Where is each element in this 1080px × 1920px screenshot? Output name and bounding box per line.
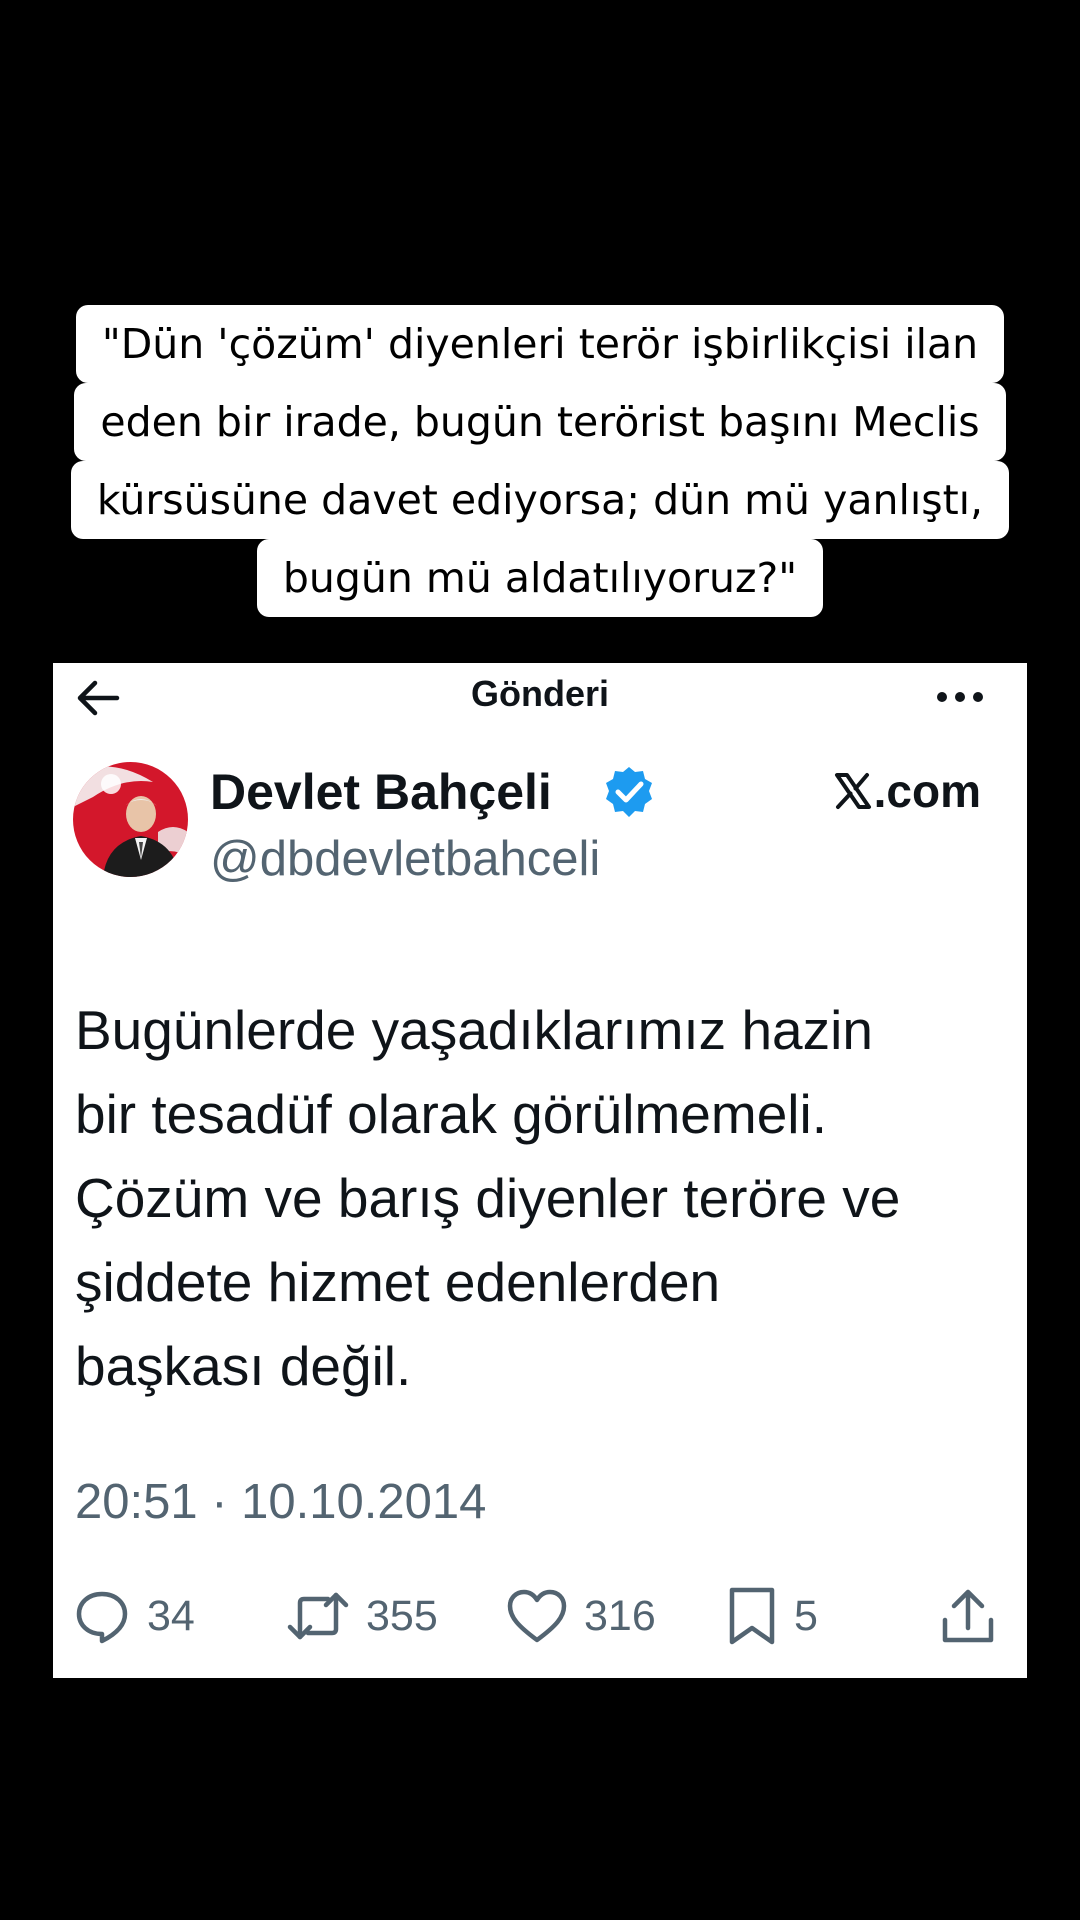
caption-line-4: bugün mü aldatılıyoruz?" bbox=[256, 539, 824, 617]
caption-line-1: "Dün 'çözüm' diyenleri terör işbirlikçis… bbox=[75, 305, 1005, 383]
page-title: Gönderi bbox=[470, 673, 609, 714]
x-logo-icon bbox=[834, 773, 871, 809]
repost-icon bbox=[287, 1592, 349, 1640]
like-count: 316 bbox=[584, 1591, 656, 1640]
reply-button[interactable]: 34 bbox=[73, 1581, 195, 1651]
post-header-bar: Gönderi bbox=[53, 663, 1027, 729]
avatar[interactable] bbox=[73, 762, 188, 877]
tweet-text: Bugünlerde yaşadıklarımız hazin bir tesa… bbox=[75, 999, 901, 1397]
tweet-card: Gönderi Devlet Bahçeli @dbdevletbahceli … bbox=[53, 663, 1027, 1678]
caption-line-2: eden bir irade, bugün terörist başını Me… bbox=[74, 383, 1006, 461]
bookmark-icon bbox=[729, 1587, 775, 1645]
share-button[interactable] bbox=[940, 1581, 996, 1651]
caption-line-3: kürsüsüne davet ediyorsa; dün mü yanlışt… bbox=[70, 461, 1010, 539]
brand-label: .com bbox=[873, 765, 981, 817]
bookmark-count: 5 bbox=[794, 1591, 818, 1640]
repost-button[interactable]: 355 bbox=[286, 1581, 438, 1651]
bookmark-button[interactable]: 5 bbox=[726, 1581, 818, 1651]
reply-count: 34 bbox=[147, 1591, 195, 1640]
x-com-brand: .com bbox=[834, 764, 981, 818]
more-horizontal-icon[interactable] bbox=[935, 685, 985, 709]
repost-count: 355 bbox=[366, 1591, 438, 1640]
like-button[interactable]: 316 bbox=[506, 1581, 656, 1651]
author-name[interactable]: Devlet Bahçeli bbox=[210, 763, 552, 821]
heart-icon bbox=[507, 1589, 567, 1643]
verified-badge-icon bbox=[601, 764, 657, 820]
share-icon bbox=[942, 1589, 994, 1643]
reply-icon bbox=[76, 1591, 128, 1644]
caption-overlay: "Dün 'çözüm' diyenleri terör işbirlikçis… bbox=[30, 305, 1050, 617]
tweet-actions: 34 355 316 5 bbox=[53, 1581, 1027, 1651]
author-handle[interactable]: @dbdevletbahceli bbox=[210, 831, 600, 887]
tweet-timestamp[interactable]: 20:51 · 10.10.2014 bbox=[75, 1474, 486, 1530]
